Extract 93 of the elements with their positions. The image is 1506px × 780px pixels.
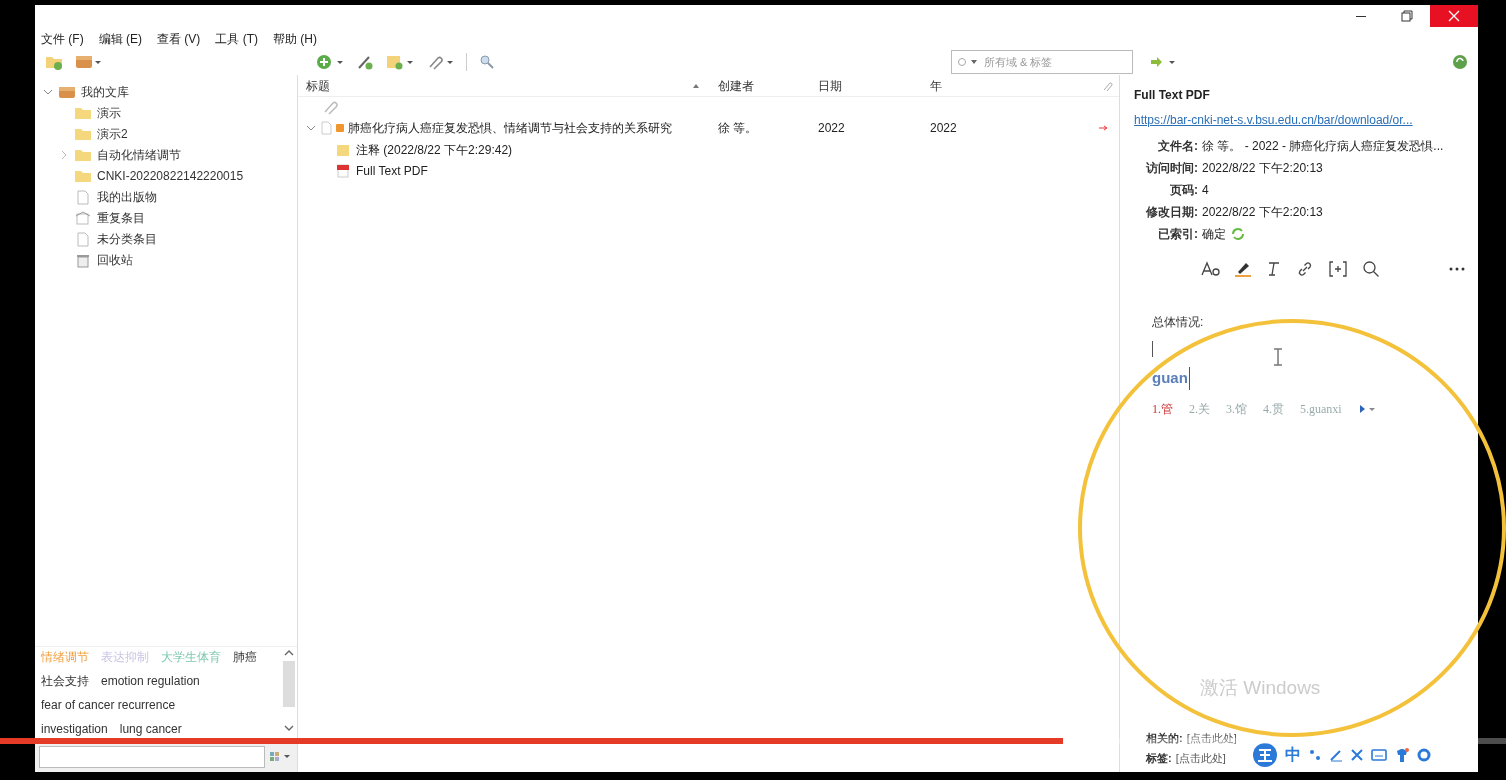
tag-label[interactable]: 社会支持 [41,671,89,690]
field-value: 徐 等。 - 2022 - 肺癌化疗病人癌症复发恐惧... [1202,138,1444,155]
search-icon [957,57,967,67]
pdf-icon [336,163,350,178]
click-here-link[interactable]: [点击此处] [1175,749,1226,767]
new-item-icon[interactable] [316,54,344,70]
ime-mode-toggle[interactable]: 中 [1285,743,1301,767]
collection-label[interactable]: 回收站 [97,250,133,269]
scrollbar-thumb[interactable] [283,661,295,707]
paperclip-icon[interactable] [426,54,454,70]
collection-label[interactable]: 我的出版物 [97,187,157,206]
collection-label[interactable]: 未分类条目 [97,229,157,248]
font-size-icon[interactable] [1200,261,1220,277]
collection-label[interactable]: 演示2 [97,124,128,143]
column-header[interactable]: 日期 [810,75,922,96]
attachment-icon [322,99,338,115]
new-note-icon[interactable] [386,54,414,70]
collection-label[interactable]: 自动化情绪调节 [97,145,181,164]
tag-filter-field[interactable] [39,746,265,768]
document-icon [74,188,92,205]
menu-item[interactable]: 工具 (T) [215,30,258,48]
menu-item[interactable]: 帮助 (H) [273,30,317,48]
tag-actions-icon[interactable] [269,751,291,763]
next-page-icon[interactable] [1357,403,1376,414]
arrow-icon [1099,125,1109,131]
link-icon[interactable] [1296,260,1314,278]
item-title[interactable]: Full Text PDF [356,161,428,180]
refresh-icon[interactable] [1230,227,1246,241]
column-header[interactable]: 标题 [298,75,710,96]
keyboard-icon[interactable] [1371,749,1387,761]
more-icon[interactable] [1448,266,1466,272]
menu-item[interactable]: 文件 (F) [41,30,84,48]
ime-composition: guan [1152,367,1190,390]
table-cell-text: 2022 [929,120,958,137]
new-library-icon[interactable] [75,54,101,70]
note-text: 总体情况: [1152,314,1205,331]
field-label: 页码: [1169,182,1198,199]
table-cell-text: 徐 等。 [717,120,759,137]
field-value: 4 [1202,182,1209,199]
collection-label[interactable]: 重复条目 [97,208,145,227]
tag-label[interactable]: lung cancer [119,719,182,738]
document-icon [74,230,92,247]
sort-ascending-icon [692,82,700,89]
field-label: 标签: [1146,750,1172,766]
settings-icon[interactable] [1417,748,1431,762]
table-cell-text: 2022 [817,120,846,137]
i-beam-cursor-icon [1273,348,1283,366]
new-collection-icon[interactable] [45,54,63,70]
clear-format-icon[interactable] [1266,260,1282,278]
punctuation-icon[interactable] [1308,748,1322,762]
field-label: 访问时间: [1145,160,1198,177]
document-icon [320,121,332,135]
tag-label[interactable]: investigation [41,719,108,738]
scroll-up-icon[interactable] [284,649,294,657]
attachment-title: Full Text PDF [1134,87,1211,104]
duplicates-icon [74,209,92,226]
column-header[interactable]: 年 [922,75,1082,96]
scissors-icon[interactable] [1350,748,1364,762]
status-square-icon [336,124,344,132]
ime-candidate[interactable]: 1.管 [1152,399,1173,418]
field-label: 文件名: [1157,138,1198,155]
collection-label[interactable]: 演示 [97,103,121,122]
column-header[interactable]: 创建者 [710,75,810,96]
field-value: 确定 [1202,226,1226,243]
item-title[interactable]: 注释 (2022/8/22 下午2:29:42) [356,140,513,159]
shirt-icon[interactable] [1394,747,1410,763]
collection-label[interactable]: CNKI-20220822142220015 [97,166,244,185]
field-label: 相关的: [1146,730,1183,746]
menu-item[interactable]: 查看 (V) [157,30,201,48]
tag-label[interactable]: fear of cancer recurrence [41,695,176,714]
sync-icon[interactable] [1452,54,1468,70]
item-title[interactable]: 肺癌化疗病人癌症复发恐惧、情绪调节与社会支持的关系研究 [348,119,672,137]
field-label: 已索引: [1157,226,1198,243]
field-label: 修改日期: [1145,204,1198,221]
tag-label[interactable]: emotion regulation [101,671,200,690]
field-value: 2022/8/22 下午2:20:13 [1202,204,1323,221]
scroll-down-icon[interactable] [284,724,294,732]
caret-icon [970,58,978,66]
tag-label[interactable]: 肺癌 [233,647,257,666]
highlighter-icon[interactable] [1234,260,1252,278]
add-by-identifier-icon[interactable] [356,54,374,70]
collection-label[interactable]: 我的文库 [81,82,129,101]
menu-item[interactable]: 编辑 (E) [98,30,142,48]
pen-icon[interactable] [1329,748,1343,762]
text-cursor [1152,341,1153,357]
search-icon[interactable] [1362,260,1380,278]
click-here-link[interactable]: [点击此处] [1186,729,1237,747]
search-field[interactable]: 所有域 & 标签 [951,50,1133,74]
insert-citation-icon[interactable] [1328,260,1348,278]
ime-logo-icon[interactable] [1252,742,1278,768]
url-link[interactable]: https://bar-cnki-net-s.v.bsu.edu.cn/bar/download/or... [1134,111,1468,131]
note-icon [336,142,350,157]
field-value: 2022/8/22 下午2:20:13 [1202,160,1323,177]
